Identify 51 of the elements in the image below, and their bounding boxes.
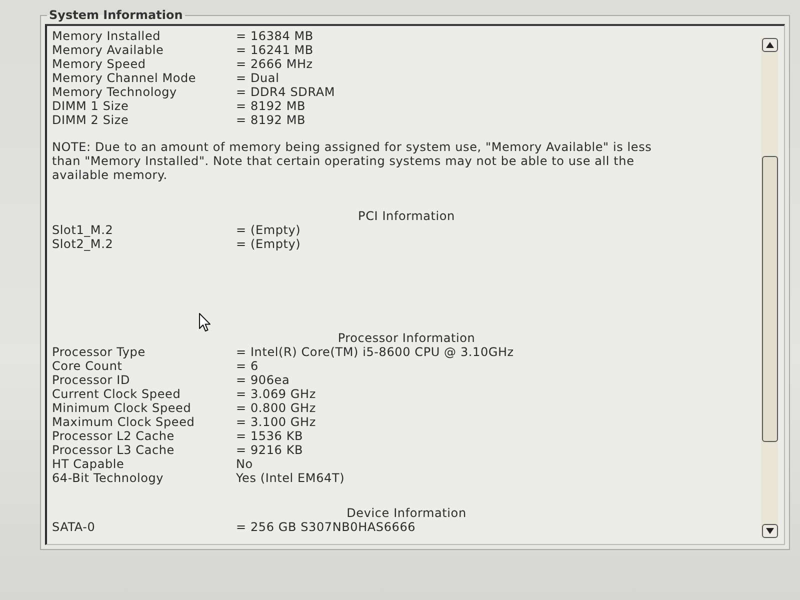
field-label: Minimum Clock Speed	[52, 401, 192, 415]
field-value: = 2666 MHz	[236, 57, 313, 71]
field-label: Slot2_M.2	[52, 237, 114, 251]
field-value: = 9216 KB	[236, 443, 304, 457]
field-value: = 8192 MB	[236, 99, 306, 113]
scroll-down-button[interactable]	[762, 524, 778, 538]
field-value: = Intel(R) Core(TM) i5-8600 CPU @ 3.10GHz	[236, 345, 514, 359]
section-heading: Device Information	[346, 506, 466, 520]
field-label: Current Clock Speed	[52, 387, 182, 401]
field-value: = 256 GB S307NB0HAS6666	[236, 520, 416, 534]
scroll-up-button[interactable]	[762, 38, 778, 52]
field-label: 64-Bit Technology	[52, 471, 165, 485]
field-value: = 8192 MB	[236, 113, 306, 127]
field-value: = 3.100 GHz	[236, 415, 316, 429]
field-label: DIMM 2 Size	[52, 113, 130, 127]
field-value: = 3.069 GHz	[236, 387, 316, 401]
field-label: HT Capable	[52, 457, 126, 471]
field-label: Memory Installed	[52, 29, 162, 43]
field-value: No	[236, 457, 253, 471]
field-value: = 6	[236, 359, 258, 373]
triangle-up-icon	[766, 42, 774, 48]
field-value: = (Empty)	[236, 223, 301, 237]
field-label: Processor ID	[52, 373, 131, 387]
field-label: Slot1_M.2	[52, 223, 114, 237]
field-label: Maximum Clock Speed	[52, 415, 196, 429]
field-label: Processor L2 Cache	[52, 429, 176, 443]
field-value: = 0.800 GHz	[236, 401, 316, 415]
field-label: Memory Technology	[52, 85, 178, 99]
field-label: Memory Speed	[52, 57, 147, 71]
field-label: Processor L3 Cache	[52, 443, 176, 457]
note-text: NOTE: Due to an amount of memory being assigned for system use, "Memory Available" is less than "Memory Installed". Note that certain operating systems may not be able to use all the available memory.	[52, 140, 653, 182]
scroll-thumb[interactable]	[762, 156, 778, 442]
group-title: System Information	[48, 8, 184, 22]
field-value: = 16384 MB	[236, 29, 314, 43]
field-value: Yes (Intel EM64T)	[236, 471, 345, 485]
field-value: = DDR4 SDRAM	[236, 85, 336, 99]
field-label: SATA-0	[52, 520, 96, 534]
mouse-pointer-icon	[199, 313, 211, 332]
field-label: Memory Available	[52, 43, 165, 57]
field-label: Memory Channel Mode	[52, 71, 198, 85]
field-value: = Dual	[236, 71, 280, 85]
field-value: = 906ea	[236, 373, 290, 387]
section-heading: PCI Information	[358, 209, 455, 223]
field-label: Processor Type	[52, 345, 146, 359]
field-value: = 1536 KB	[236, 429, 304, 443]
field-value: = 16241 MB	[236, 43, 314, 57]
field-label: DIMM 1 Size	[52, 99, 130, 113]
section-heading: Processor Information	[338, 331, 476, 345]
field-label: Core Count	[52, 359, 124, 373]
field-value: = (Empty)	[236, 237, 301, 251]
triangle-down-icon	[766, 528, 774, 534]
